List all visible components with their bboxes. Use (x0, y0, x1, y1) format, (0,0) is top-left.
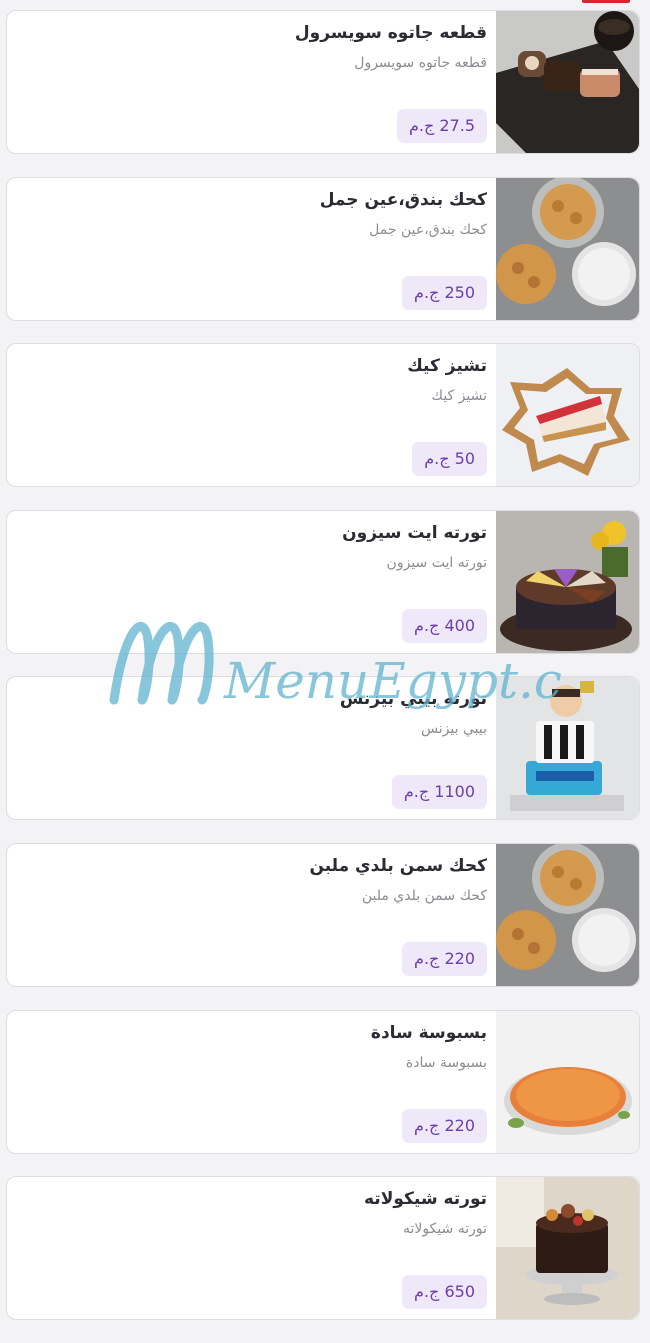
menu-item-list: قطعه جاتوه سويسرول قطعه جاتوه سويسرول 27… (6, 10, 640, 1343)
item-description: بيبي بيزنس (420, 721, 487, 738)
item-title: تورته بيبي بيزنس (339, 689, 487, 710)
product-image[interactable] (496, 11, 639, 153)
product-image[interactable] (496, 344, 639, 487)
menu-item-card[interactable]: كحك بندق،عين جمل كحك بندق،عين جمل 250 ج.… (6, 176, 640, 321)
product-image[interactable] (496, 677, 639, 820)
menu-item-card[interactable]: كحك سمن بلدي ملبن كحك سمن بلدي ملبن 220 … (6, 842, 640, 987)
price-badge: 650 ج.م (402, 1275, 487, 1310)
product-image[interactable] (496, 843, 639, 986)
item-description: كحك سمن بلدي ملبن (361, 887, 487, 904)
item-title: بسبوسة سادة (370, 1022, 487, 1043)
item-description: تورته ايت سيزون (386, 554, 487, 571)
top-accent-bar (582, 0, 630, 3)
item-title: تورته شيكولاته (364, 1189, 487, 1210)
price-badge: 220 ج.م (402, 1108, 487, 1143)
item-title: كحك بندق،عين جمل (319, 189, 487, 210)
menu-item-card[interactable]: تشيز كيك تشيز كيك 50 ج.م (6, 343, 640, 488)
menu-item-card[interactable]: تورته شيكولاته تورته شيكولاته 650 ج.م (6, 1176, 640, 1321)
item-title: تورته ايت سيزون (342, 522, 487, 543)
item-description: تورته شيكولاته (402, 1221, 487, 1238)
item-title: تشيز كيك (407, 356, 487, 377)
menu-item-card[interactable]: قطعه جاتوه سويسرول قطعه جاتوه سويسرول 27… (6, 10, 640, 154)
menu-item-card[interactable]: تورته ايت سيزون تورته ايت سيزون 400 ج.م (6, 509, 640, 654)
product-image[interactable] (496, 1010, 639, 1153)
price-badge: 400 ج.م (402, 608, 487, 643)
price-badge: 27.5 ج.م (396, 109, 487, 143)
item-title: قطعه جاتوه سويسرول (294, 23, 487, 43)
price-badge: 50 ج.م (412, 442, 487, 477)
price-badge: 220 ج.م (402, 941, 487, 976)
item-title: كحك سمن بلدي ملبن (309, 855, 487, 876)
menu-item-card[interactable]: بسبوسة سادة بسبوسة سادة 220 ج.م (6, 1009, 640, 1154)
menu-item-card[interactable]: تورته بيبي بيزنس بيبي بيزنس 1100 ج.م (6, 676, 640, 821)
product-image[interactable] (496, 177, 639, 320)
price-badge: 250 ج.م (402, 275, 487, 310)
product-image[interactable] (496, 510, 639, 653)
item-description: قطعه جاتوه سويسرول (354, 55, 487, 71)
product-image[interactable] (496, 1177, 639, 1320)
price-badge: 1100 ج.م (391, 775, 487, 810)
item-description: كحك بندق،عين جمل (369, 221, 487, 238)
item-description: تشيز كيك (431, 388, 487, 405)
item-description: بسبوسة سادة (405, 1054, 487, 1071)
